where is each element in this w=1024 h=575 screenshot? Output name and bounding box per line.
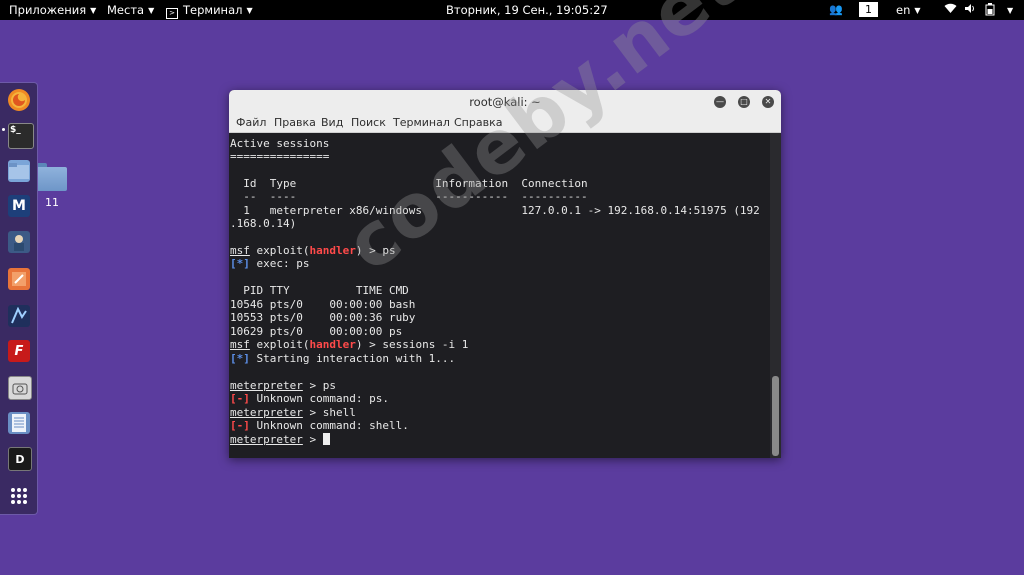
command-text: > ps (302, 379, 336, 392)
terminal-line: .168.0.14) (230, 217, 297, 230)
system-menu[interactable]: ▼ (1003, 3, 1013, 17)
prompt-text: exploit( (249, 338, 310, 351)
msf-prompt: msf (230, 244, 250, 257)
terminal-line: msf exploit(handler) > ps (230, 244, 396, 258)
menu-help[interactable]: Справка (454, 116, 502, 129)
terminal-line: [*] Starting interaction with 1... (230, 352, 455, 366)
terminal-line: 10629 pts/0 00:00:00 ps (230, 325, 403, 338)
info-marker: [*] (230, 352, 250, 365)
terminal-line: 1 meterpreter x86/windows 127.0.0.1 -> 1… (230, 204, 760, 217)
desktop-folder-label: 11 (45, 196, 59, 209)
meterpreter-prompt: meterpreter (230, 433, 303, 446)
command-text: > (302, 433, 323, 446)
terminal-line: 10546 pts/0 00:00:00 bash (230, 298, 416, 311)
battery-icon[interactable] (985, 3, 995, 19)
menu-view[interactable]: Вид (321, 116, 343, 129)
menu-search[interactable]: Поиск (351, 116, 386, 129)
metasploit-icon[interactable]: M (8, 195, 30, 217)
terminal-icon[interactable]: $_ (8, 123, 34, 149)
terminal-line: Id Type Information Connection (230, 177, 588, 190)
cutycapt-icon[interactable] (8, 376, 32, 400)
terminal-line: [-] Unknown command: shell. (230, 419, 409, 433)
maximize-button[interactable]: □ (738, 96, 750, 108)
terminal-window[interactable]: root@kali: ~ — □ ✕ Файл Правка Вид Поиск… (229, 90, 781, 458)
terminal-line: PID TTY TIME CMD (230, 284, 409, 297)
dash-dock: $_ M F D (0, 82, 38, 515)
terminal-line: [-] Unknown command: ps. (230, 392, 389, 406)
scrollbar-thumb[interactable] (772, 376, 779, 456)
leafpad-icon[interactable] (8, 412, 30, 434)
people-icon[interactable]: 👥 (829, 3, 843, 16)
show-apps-icon[interactable] (11, 488, 27, 504)
terminal-app-menu[interactable]: > Терминал ▼ (166, 3, 253, 19)
wifi-icon[interactable] (944, 3, 957, 17)
prompt-text: exploit( (249, 244, 310, 257)
faraday-icon[interactable]: F (8, 340, 30, 362)
desktop-folder-11[interactable] (33, 160, 67, 191)
terminal-scrollbar[interactable] (770, 133, 781, 458)
menu-file[interactable]: Файл (236, 116, 266, 129)
workspace-indicator[interactable]: 1 (859, 2, 878, 17)
terminal-line: msf exploit(handler) > sessions -i 1 (230, 338, 468, 352)
menu-edit[interactable]: Правка (274, 116, 316, 129)
meterpreter-prompt: meterpreter (230, 379, 303, 392)
output-text: Starting interaction with 1... (249, 352, 456, 365)
handler-label: handler (309, 244, 356, 257)
command-text: > shell (302, 406, 356, 419)
terminal-line: meterpreter > shell (230, 406, 356, 420)
output-text: Unknown command: shell. (249, 419, 409, 432)
output-text: Unknown command: ps. (249, 392, 389, 405)
armitage-icon[interactable] (8, 231, 30, 253)
dradis-icon[interactable]: D (8, 447, 32, 471)
error-marker: [-] (230, 419, 250, 432)
running-indicator (2, 128, 5, 131)
window-titlebar[interactable]: root@kali: ~ — □ ✕ (229, 90, 781, 114)
volume-icon[interactable] (964, 3, 976, 17)
burpsuite-icon[interactable] (8, 268, 30, 290)
top-panel: Приложения ▼ Места ▼ > Терминал ▼ Вторник, 1… (0, 0, 1024, 20)
close-button[interactable]: ✕ (762, 96, 774, 108)
output-text: exec: ps (249, 257, 310, 270)
menu-terminal[interactable]: Терминал (393, 116, 450, 129)
terminal-line: meterpreter > ps (230, 379, 336, 393)
terminal-line: meterpreter > (230, 433, 330, 447)
maltego-icon[interactable] (8, 305, 30, 327)
firefox-icon[interactable] (8, 89, 30, 111)
terminal-output[interactable]: Active sessions =============== Id Type … (229, 133, 769, 458)
terminal-line: [*] exec: ps (230, 257, 309, 271)
terminal-line: -- ---- ----------- ---------- (230, 190, 588, 203)
handler-label: handler (309, 338, 356, 351)
places-menu[interactable]: Места ▼ (107, 3, 154, 17)
text-cursor (322, 433, 330, 445)
terminal-small-icon: > (166, 8, 178, 19)
error-marker: [-] (230, 392, 250, 405)
msf-prompt: msf (230, 338, 250, 351)
meterpreter-prompt: meterpreter (230, 406, 303, 419)
terminal-line: 10553 pts/0 00:00:36 ruby (230, 311, 416, 324)
window-menubar: Файл Правка Вид Поиск Терминал Справка (229, 113, 781, 133)
clock[interactable]: Вторник, 19 Сен., 19:05:27 (446, 3, 608, 17)
terminal-line: Active sessions (230, 137, 330, 150)
command-text: ) > ps (355, 244, 396, 257)
applications-menu[interactable]: Приложения ▼ (9, 3, 96, 17)
terminal-line: =============== (230, 150, 330, 163)
language-menu[interactable]: en ▼ (896, 3, 921, 17)
info-marker: [*] (230, 257, 250, 270)
command-text: ) > sessions -i 1 (355, 338, 469, 351)
window-title: root@kali: ~ (469, 95, 541, 109)
minimize-button[interactable]: — (714, 96, 726, 108)
files-icon[interactable] (8, 160, 30, 182)
